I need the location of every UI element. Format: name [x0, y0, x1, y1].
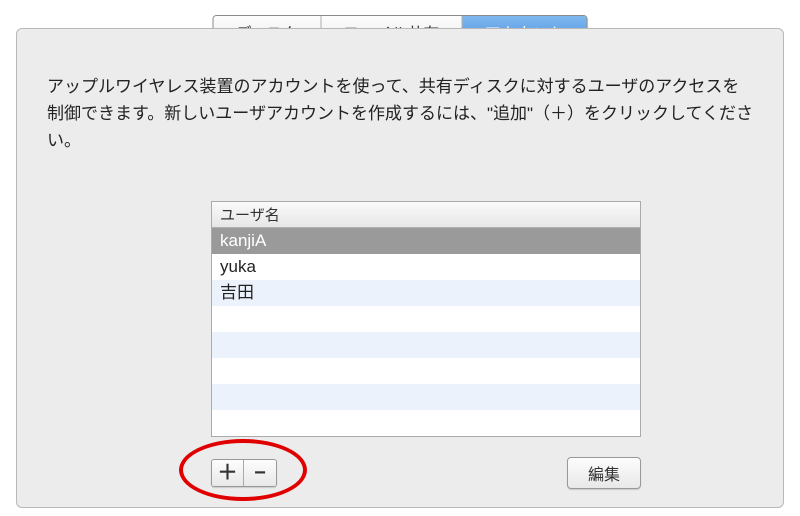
button-row: ＋ − 編集 — [211, 457, 641, 489]
table-header-username[interactable]: ユーザ名 — [212, 202, 640, 228]
table-row[interactable] — [212, 410, 640, 436]
add-button[interactable]: ＋ — [212, 460, 244, 486]
minus-icon: − — [254, 463, 266, 483]
table-row[interactable]: kanjiA — [212, 228, 640, 254]
description-text: アップルワイヤレス装置のアカウントを使って、共有ディスクに対するユーザのアクセス… — [47, 73, 753, 155]
add-remove-group: ＋ − — [211, 459, 277, 487]
table-row[interactable] — [212, 358, 640, 384]
plus-icon: ＋ — [218, 463, 238, 483]
table-row[interactable] — [212, 306, 640, 332]
table-row[interactable]: yuka — [212, 254, 640, 280]
remove-button[interactable]: − — [244, 460, 276, 486]
table-row[interactable] — [212, 384, 640, 410]
edit-button[interactable]: 編集 — [567, 457, 641, 489]
user-table: ユーザ名 kanjiA yuka 吉田 — [211, 201, 641, 437]
table-row[interactable]: 吉田 — [212, 280, 640, 306]
table-body: kanjiA yuka 吉田 — [212, 228, 640, 436]
table-row[interactable] — [212, 332, 640, 358]
settings-panel: アップルワイヤレス装置のアカウントを使って、共有ディスクに対するユーザのアクセス… — [16, 28, 784, 508]
